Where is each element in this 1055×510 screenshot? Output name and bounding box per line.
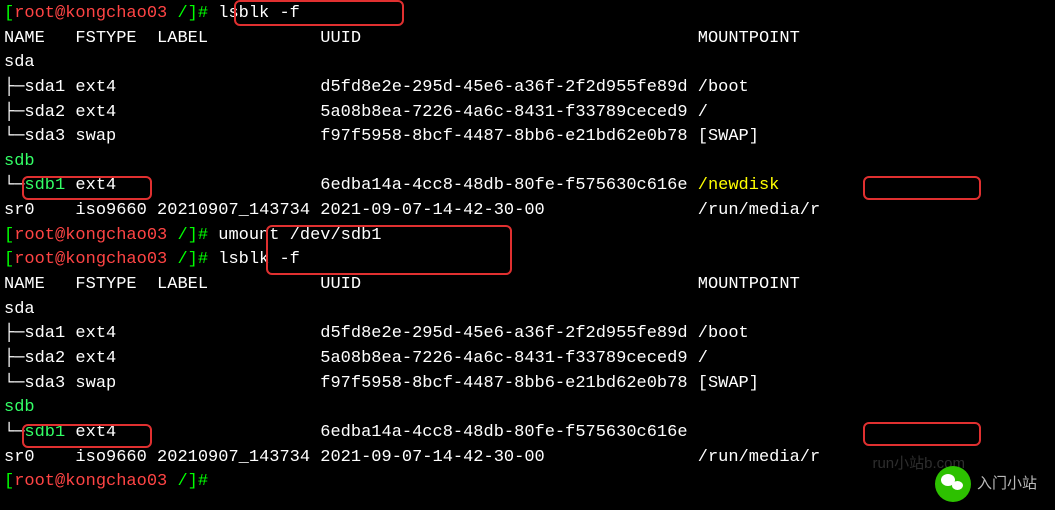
device-sr0: sr0 iso9660 20210907_143734 2021-09-07-1…: [4, 199, 1051, 224]
wechat-badge: 入门小站: [935, 466, 1037, 502]
device-sda3: └─sda3 swap f97f5958-8bcf-4487-8bb6-e21b…: [4, 125, 1051, 150]
device-sda1: ├─sda1 ext4 d5fd8e2e-295d-45e6-a36f-2f2d…: [4, 322, 1051, 347]
device-sda2: ├─sda2 ext4 5a08b8ea-7226-4a6c-8431-f337…: [4, 347, 1051, 372]
terminal-line: [root@kongchao03 /]# lsblk -f: [4, 248, 1051, 273]
device-sdb1-unmounted: └─sdb1 ext4 6edba14a-4cc8-48db-80fe-f575…: [4, 421, 1051, 446]
lsblk-header: NAME FSTYPE LABEL UUID MOUNTPOINT: [4, 27, 1051, 52]
device-sda: sda: [4, 298, 1051, 323]
device-sda3: └─sda3 swap f97f5958-8bcf-4487-8bb6-e21b…: [4, 372, 1051, 397]
device-sdb1: └─sdb1 ext4 6edba14a-4cc8-48db-80fe-f575…: [4, 174, 1051, 199]
wechat-icon: [935, 466, 971, 502]
device-sda1: ├─sda1 ext4 d5fd8e2e-295d-45e6-a36f-2f2d…: [4, 76, 1051, 101]
command-umount: umount /dev/sdb1: [218, 226, 381, 245]
device-sda2: ├─sda2 ext4 5a08b8ea-7226-4a6c-8431-f337…: [4, 101, 1051, 126]
terminal-line: [root@kongchao03 /]# umount /dev/sdb1: [4, 224, 1051, 249]
device-sdb: sdb: [4, 396, 1051, 421]
terminal-line: [root@kongchao03 /]# lsblk -f: [4, 2, 1051, 27]
prompt-user: root@kongchao03: [14, 4, 167, 23]
device-sdb: sdb: [4, 150, 1051, 175]
command-lsblk2: lsblk -f: [218, 250, 300, 269]
mountpoint-newdisk: /newdisk: [698, 176, 780, 195]
device-sda: sda: [4, 51, 1051, 76]
command-lsblk: lsblk -f: [218, 4, 300, 23]
lsblk-header: NAME FSTYPE LABEL UUID MOUNTPOINT: [4, 273, 1051, 298]
